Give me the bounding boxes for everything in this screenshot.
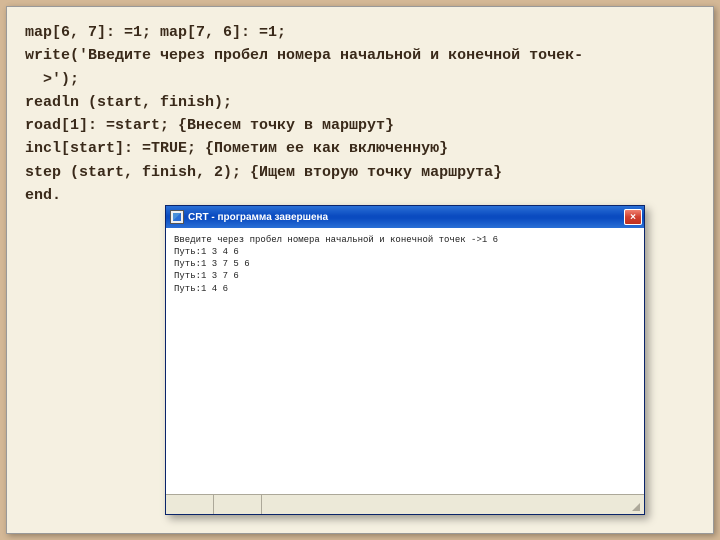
- status-panel: [214, 495, 262, 514]
- code-block: map[6, 7]: =1; map[7, 6]: =1; write('Вве…: [25, 21, 695, 207]
- window-titlebar[interactable]: CRT - программа завершена ×: [166, 206, 644, 228]
- console-output: Введите через пробел номера начальной и …: [166, 228, 644, 494]
- code-line: map[6, 7]: =1; map[7, 6]: =1;: [25, 24, 286, 41]
- code-line: write('Введите через пробел номера начал…: [25, 47, 583, 64]
- status-panel: [166, 495, 214, 514]
- resize-grip-icon[interactable]: [626, 497, 642, 513]
- output-line: Путь:1 3 7 6: [174, 271, 239, 281]
- code-line: >');: [25, 71, 79, 88]
- code-line: readln (start, finish);: [25, 94, 232, 111]
- output-line: Введите через пробел номера начальной и …: [174, 235, 498, 245]
- close-button[interactable]: ×: [624, 209, 642, 225]
- output-window: CRT - программа завершена × Введите чере…: [165, 205, 645, 515]
- slide-container: map[6, 7]: =1; map[7, 6]: =1; write('Вве…: [6, 6, 714, 534]
- code-line: end.: [25, 187, 61, 204]
- window-title: CRT - программа завершена: [188, 212, 624, 223]
- output-line: Путь:1 3 4 6: [174, 247, 239, 257]
- code-line: incl[start]: =TRUE; {Пометим ее как вклю…: [25, 140, 448, 157]
- output-line: Путь:1 4 6: [174, 284, 228, 294]
- code-line: step (start, finish, 2); {Ищем вторую то…: [25, 164, 502, 181]
- status-panel: [262, 495, 626, 514]
- code-line: road[1]: =start; {Внесем точку в маршрут…: [25, 117, 394, 134]
- output-line: Путь:1 3 7 5 6: [174, 259, 250, 269]
- app-icon: [170, 210, 184, 224]
- status-bar: [166, 494, 644, 514]
